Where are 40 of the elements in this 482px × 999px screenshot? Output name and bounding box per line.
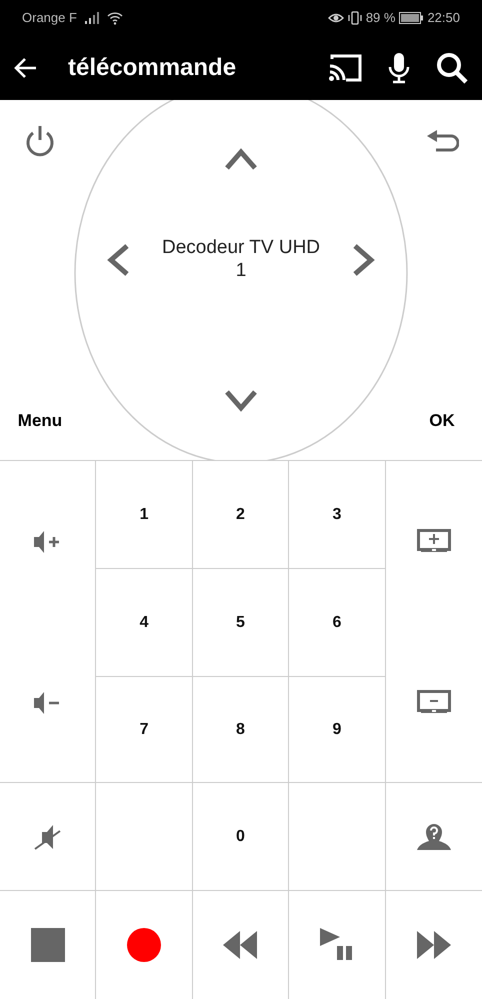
digit-key[interactable]: 7 — [96, 677, 193, 783]
person-question-icon — [416, 822, 451, 850]
return-button[interactable] — [425, 130, 459, 152]
power-button[interactable] — [24, 124, 56, 158]
carrier-name: Orange F — [22, 9, 77, 28]
menu-button[interactable]: Menu — [18, 408, 62, 434]
left-arrow-button[interactable] — [107, 244, 129, 276]
play-pause-icon — [320, 928, 354, 962]
battery-icon — [399, 12, 424, 24]
digit-key[interactable]: 5 — [192, 569, 290, 677]
tv-minus-icon — [416, 690, 451, 716]
wifi-icon — [106, 12, 123, 24]
up-arrow-button[interactable] — [225, 148, 257, 170]
digit-key[interactable]: 4 — [96, 569, 193, 677]
fast-forward-icon — [416, 931, 451, 959]
digit-key[interactable]: 6 — [289, 569, 386, 677]
digit-key[interactable]: 0 — [192, 783, 290, 891]
signal-icon — [84, 12, 99, 24]
battery-percent: 89 % — [366, 9, 396, 28]
vibrate-icon — [348, 11, 362, 25]
cast-button[interactable] — [328, 54, 362, 82]
digit-key[interactable]: 1 — [96, 461, 193, 569]
rewind-icon — [223, 931, 258, 959]
tv-plus-icon — [416, 529, 451, 555]
search-button[interactable] — [436, 52, 468, 84]
stop-icon — [30, 928, 65, 962]
back-button[interactable] — [14, 57, 38, 79]
record-icon — [127, 928, 162, 962]
eye-icon — [328, 12, 344, 24]
device-name: Decodeur TV UHD 1 — [161, 237, 321, 283]
ok-button[interactable]: OK — [429, 408, 455, 434]
right-arrow-button[interactable] — [353, 244, 375, 276]
digit-key[interactable]: 9 — [289, 677, 386, 783]
digit-key[interactable]: 8 — [192, 677, 290, 783]
screen-title: télécommande — [68, 53, 236, 83]
clock: 22:50 — [427, 9, 460, 28]
microphone-button[interactable] — [388, 52, 410, 84]
digit-key[interactable]: 2 — [192, 461, 290, 569]
down-arrow-button[interactable] — [225, 390, 257, 412]
digit-key[interactable]: 3 — [289, 461, 386, 569]
